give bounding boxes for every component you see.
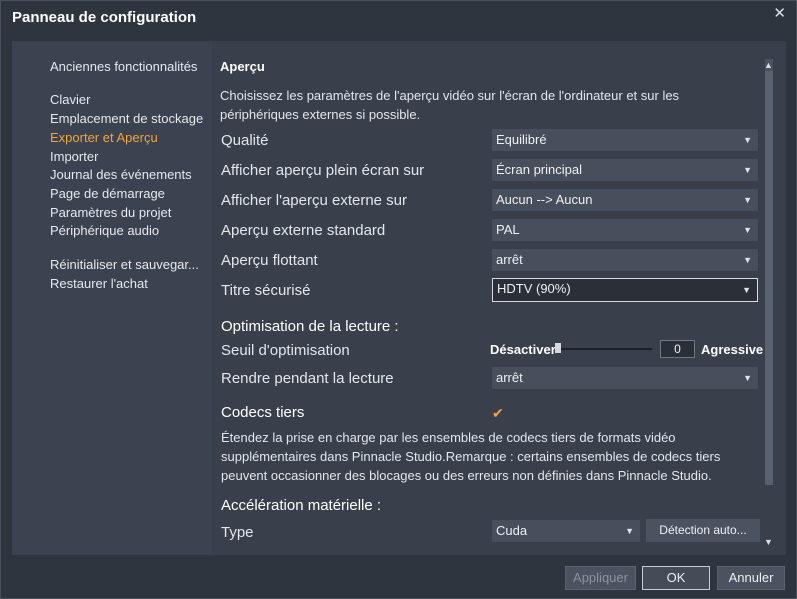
quality-select[interactable]: Equilibré ▼ [492,129,758,151]
slider-min-label: Désactiver [490,342,556,357]
slider-max-label: Agressive [701,342,764,357]
hardware-type-label: Type [221,524,254,541]
sidebar-item-import[interactable]: Importer [50,149,98,164]
sidebar-item-restore-purchase[interactable]: Restaurer l'achat [50,276,148,291]
threshold-slider-handle[interactable] [555,343,561,353]
preview-settings-content: Aperçu Choisissez les paramètres de l'ap… [212,41,786,555]
sidebar-item-project-settings[interactable]: Paramètres du projet [50,205,171,220]
safe-title-select[interactable]: HDTV (90%) ▼ [492,278,758,302]
cancel-button[interactable]: Annuler [717,566,785,590]
quality-value: Equilibré [496,132,547,147]
fullscreen-value: Écran principal [496,162,582,177]
render-playback-select[interactable]: arrêt ▼ [492,367,758,389]
codecs-checkbox[interactable]: ✔ [492,405,504,422]
sidebar: Anciennes fonctionnalités Clavier Emplac… [12,41,212,555]
floating-preview-value: arrêt [496,252,523,267]
auto-detect-button[interactable]: Détection auto... [646,519,760,542]
external-preview-label: Afficher l'aperçu externe sur [221,192,408,209]
chevron-down-icon: ▼ [742,285,751,295]
safe-title-value: HDTV (90%) [497,281,571,296]
scroll-down-icon[interactable]: ▼ [764,537,773,547]
floating-preview-label: Aperçu flottant [221,252,318,269]
chevron-down-icon: ▼ [743,135,752,145]
sidebar-item-export-preview[interactable]: Exporter et Aperçu [50,130,158,145]
safe-title-label: Titre sécurisé [221,282,311,299]
external-standard-select[interactable]: PAL ▼ [492,219,758,241]
chevron-down-icon: ▼ [743,165,752,175]
external-preview-select[interactable]: Aucun --> Aucun ▼ [492,189,758,211]
codecs-heading: Codecs tiers [221,404,305,421]
ok-button[interactable]: OK [642,566,710,590]
settings-panel: Anciennes fonctionnalités Clavier Emplac… [12,41,786,555]
threshold-label: Seuil d'optimisation [221,342,350,359]
quality-label: Qualité [221,132,269,149]
render-playback-label: Rendre pendant la lecture [221,370,394,387]
scrollbar-thumb[interactable] [765,71,773,485]
threshold-slider-track[interactable] [558,348,652,350]
floating-preview-select[interactable]: arrêt ▼ [492,249,758,271]
hardware-heading: Accélération matérielle : [221,497,382,514]
close-icon[interactable]: ✕ [773,4,786,22]
render-playback-value: arrêt [496,370,523,385]
sidebar-item-audio-device[interactable]: Périphérique audio [50,223,159,238]
chevron-down-icon: ▼ [743,225,752,235]
fullscreen-label: Afficher aperçu plein écran sur [221,162,425,179]
chevron-down-icon: ▼ [743,195,752,205]
hardware-type-value: Cuda [496,523,528,538]
chevron-down-icon: ▼ [743,255,752,265]
window-title: Panneau de configuration [12,9,197,26]
chevron-down-icon: ▼ [743,373,752,383]
preview-description: Choisissez les paramètres de l'aperçu vi… [220,88,680,122]
codecs-description: Étendez la prise en charge par les ensem… [221,430,721,483]
sidebar-item-storage[interactable]: Emplacement de stockage [50,111,203,126]
external-preview-value: Aucun --> Aucun [496,192,593,207]
playback-heading: Optimisation de la lecture : [221,318,399,335]
apply-button[interactable]: Appliquer [565,566,636,590]
sidebar-item-keyboard[interactable]: Clavier [50,92,90,107]
section-title: Aperçu [220,59,265,74]
scroll-up-icon[interactable]: ▲ [764,60,773,70]
external-standard-value: PAL [496,222,520,237]
sidebar-item-legacy[interactable]: Anciennes fonctionnalités [50,59,197,74]
external-standard-label: Aperçu externe standard [221,222,386,239]
hardware-type-select[interactable]: Cuda ▼ [492,520,640,542]
title-bar: Panneau de configuration ✕ [1,1,796,37]
chevron-down-icon: ▼ [625,526,634,536]
sidebar-item-event-log[interactable]: Journal des événements [50,167,192,182]
sidebar-item-reset-backup[interactable]: Réinitialiser et sauvegar... [50,257,199,272]
fullscreen-select[interactable]: Écran principal ▼ [492,159,758,181]
threshold-number-field[interactable]: 0 [660,340,695,358]
config-window: Panneau de configuration ✕ Anciennes fon… [0,0,797,599]
sidebar-item-startup-page[interactable]: Page de démarrage [50,186,165,201]
